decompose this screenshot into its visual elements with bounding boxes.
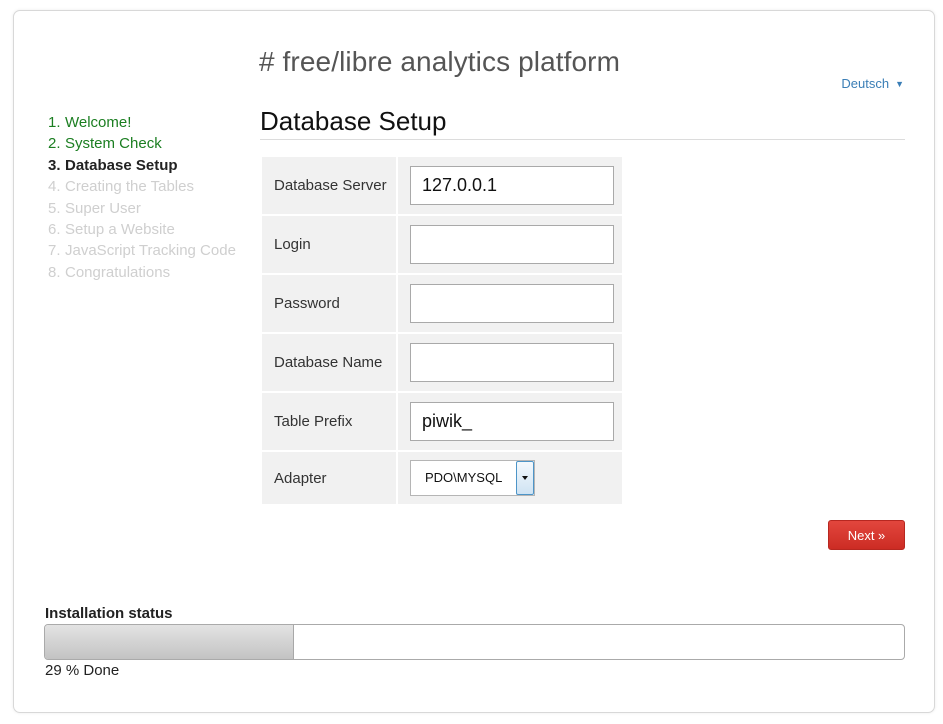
step-number: 5.: [48, 199, 61, 217]
installation-progress-bar: [44, 624, 905, 660]
adapter-select[interactable]: PDO\MYSQL: [410, 460, 535, 496]
step-label: Super User: [65, 199, 141, 217]
step-number: 3.: [48, 156, 61, 174]
step-label: Creating the Tables: [65, 178, 194, 196]
step-congratulations: 8. Congratulations: [48, 262, 238, 283]
form-row-login: Login: [262, 216, 622, 273]
step-number: 6.: [48, 221, 61, 239]
adapter-selected-value: PDO\MYSQL: [425, 470, 503, 485]
form-row-dbname: Database Name: [262, 334, 622, 391]
chevron-down-icon[interactable]: [516, 461, 534, 495]
form-row-server: Database Server: [262, 157, 622, 214]
step-label: System Check: [65, 135, 162, 153]
page-title: Database Setup: [260, 106, 905, 140]
database-name-label: Database Name: [262, 334, 396, 391]
login-input[interactable]: [410, 225, 614, 264]
step-javascript-tracking: 7. JavaScript Tracking Code: [48, 240, 238, 261]
step-label: Welcome!: [65, 114, 132, 131]
adapter-label: Adapter: [262, 452, 396, 504]
progress-fill: [45, 625, 295, 659]
step-label: Setup a Website: [65, 221, 175, 239]
database-form: Database Server Login Password Database …: [260, 155, 624, 506]
database-server-input[interactable]: [410, 166, 614, 205]
step-number: 1.: [48, 114, 61, 131]
progress-text: 29 % Done: [45, 662, 120, 679]
installation-status-title: Installation status: [45, 605, 173, 622]
step-setup-website: 6. Setup a Website: [48, 219, 238, 240]
language-label: Deutsch: [841, 76, 890, 91]
password-label: Password: [262, 275, 396, 332]
table-prefix-label: Table Prefix: [262, 393, 396, 450]
step-label: Congratulations: [65, 263, 171, 281]
step-welcome: 1. Welcome!: [48, 112, 238, 133]
step-system-check: 2. System Check: [48, 133, 238, 154]
step-super-user: 5. Super User: [48, 198, 238, 219]
next-button[interactable]: Next »: [828, 520, 905, 550]
step-number: 7.: [48, 242, 61, 260]
installation-steps: 1. Welcome! 2. System Check 3. Database …: [48, 112, 238, 283]
database-name-input[interactable]: [410, 343, 614, 382]
brand-tagline: # free/libre analytics platform: [259, 46, 621, 77]
step-creating-tables: 4. Creating the Tables: [48, 176, 238, 197]
step-number: 8.: [48, 263, 61, 281]
table-prefix-input[interactable]: [410, 402, 614, 441]
step-database-setup: 3. Database Setup: [48, 155, 238, 176]
login-label: Login: [262, 216, 396, 273]
step-label: Database Setup: [65, 156, 178, 174]
database-server-label: Database Server: [262, 157, 396, 214]
form-row-password: Password: [262, 275, 622, 332]
step-number: 2.: [48, 135, 61, 153]
step-label: JavaScript Tracking Code: [65, 242, 236, 260]
form-row-adapter: Adapter PDO\MYSQL: [262, 452, 622, 504]
password-input[interactable]: [410, 284, 614, 323]
step-number: 4.: [48, 178, 61, 196]
form-row-prefix: Table Prefix: [262, 393, 622, 450]
language-selector[interactable]: Deutsch ▼: [841, 76, 904, 91]
caret-down-icon: ▼: [895, 79, 904, 89]
